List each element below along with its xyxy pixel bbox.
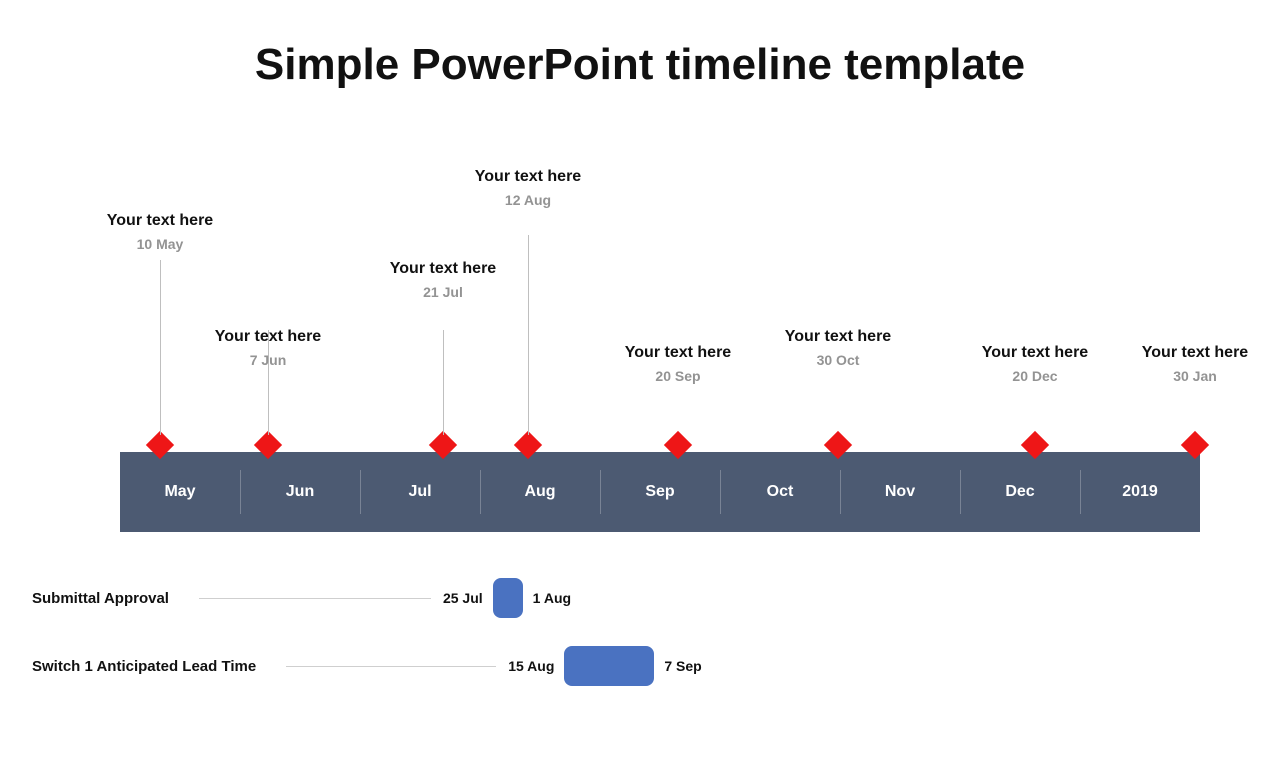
milestone-connector bbox=[528, 235, 529, 435]
milestone-text: Your text here bbox=[625, 344, 731, 362]
milestone-date: 21 Jul bbox=[390, 284, 496, 300]
milestone-text: Your text here bbox=[475, 168, 581, 186]
milestone-text: Your text here bbox=[1142, 344, 1248, 362]
milestone-text: Your text here bbox=[982, 344, 1088, 362]
milestone-label: Your text here 7 Jun bbox=[215, 328, 321, 368]
month-cell: Sep bbox=[600, 452, 720, 532]
task-block bbox=[564, 646, 654, 686]
month-cell: Oct bbox=[720, 452, 840, 532]
task-label: Switch 1 Anticipated Lead Time bbox=[32, 658, 256, 675]
milestone-label: Your text here 12 Aug bbox=[475, 168, 581, 208]
milestone-date: 20 Sep bbox=[625, 368, 731, 384]
month-cell: Aug bbox=[480, 452, 600, 532]
task-start-date: 25 Jul bbox=[443, 590, 483, 606]
milestone-date: 30 Jan bbox=[1142, 368, 1248, 384]
milestone-label: Your text here 30 Oct bbox=[785, 328, 891, 368]
task-connector bbox=[199, 598, 431, 599]
task-end-date: 1 Aug bbox=[533, 590, 571, 606]
month-cell: Dec bbox=[960, 452, 1080, 532]
milestone-date: 20 Dec bbox=[982, 368, 1088, 384]
milestone-text: Your text here bbox=[107, 212, 213, 230]
milestone-connector bbox=[443, 330, 444, 435]
month-band: MayJunJulAugSepOctNovDec2019 bbox=[120, 452, 1200, 532]
milestone-label: Your text here 10 May bbox=[107, 212, 213, 252]
task-connector bbox=[286, 666, 496, 667]
milestone-label: Your text here 21 Jul bbox=[390, 260, 496, 300]
month-cell: Nov bbox=[840, 452, 960, 532]
milestone-connector bbox=[160, 260, 161, 435]
milestone-text: Your text here bbox=[215, 328, 321, 346]
month-cell: May bbox=[120, 452, 240, 532]
milestone-date: 7 Jun bbox=[215, 352, 321, 368]
task-row: Switch 1 Anticipated Lead Time 15 Aug 7 Se… bbox=[32, 644, 1240, 688]
task-end-date: 7 Sep bbox=[664, 658, 701, 674]
milestone-text: Your text here bbox=[390, 260, 496, 278]
milestone-date: 30 Oct bbox=[785, 352, 891, 368]
month-cell: Jun bbox=[240, 452, 360, 532]
milestone-label: Your text here 20 Dec bbox=[982, 344, 1088, 384]
milestone-date: 10 May bbox=[107, 236, 213, 252]
month-cell: Jul bbox=[360, 452, 480, 532]
milestone-date: 12 Aug bbox=[475, 192, 581, 208]
task-start-date: 15 Aug bbox=[508, 658, 554, 674]
month-cell: 2019 bbox=[1080, 452, 1200, 532]
page-title: Simple PowerPoint timeline template bbox=[0, 40, 1280, 90]
milestone-label: Your text here 20 Sep bbox=[625, 344, 731, 384]
milestone-text: Your text here bbox=[785, 328, 891, 346]
task-label: Submittal Approval bbox=[32, 590, 169, 607]
milestone-label: Your text here 30 Jan bbox=[1142, 344, 1248, 384]
task-row: Submittal Approval 25 Jul 1 Aug bbox=[32, 576, 1240, 620]
task-block bbox=[493, 578, 523, 618]
